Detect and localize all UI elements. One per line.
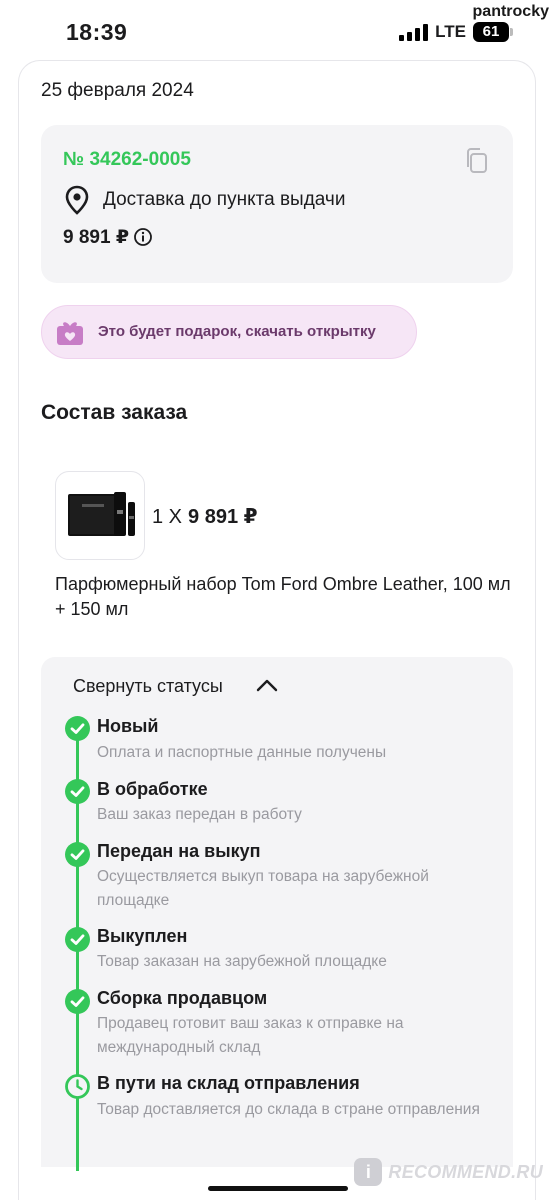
info-icon[interactable] xyxy=(133,227,153,247)
chevron-up-icon[interactable] xyxy=(255,675,279,695)
status-indicators: LTE 61 xyxy=(399,22,513,42)
gift-card-label: Это будет подарок, скачать открытку xyxy=(98,323,376,340)
watermark-badge: i xyxy=(354,1158,383,1186)
copy-icon[interactable] xyxy=(463,147,489,175)
order-number: № 34262-0005 xyxy=(63,149,191,170)
site-watermark: i RECOMMEND.RU xyxy=(354,1157,543,1187)
product-name[interactable]: Парфюмерный набор Tom Ford Ombre Leather… xyxy=(55,572,515,622)
status-bar: 18:39 LTE 61 pantrocky xyxy=(0,0,555,62)
check-circle-icon xyxy=(65,842,90,867)
product-quantity-price: 1 Х9 891 ₽ xyxy=(152,504,258,529)
status-description: Осуществляется выкуп товара на зарубежно… xyxy=(97,868,429,909)
status-description: Продавец готовит ваш заказ к отправке на… xyxy=(97,1015,404,1056)
status-description: Товар доставляется до склада в стране от… xyxy=(97,1101,480,1118)
battery-icon: 61 xyxy=(473,22,513,42)
check-circle-icon xyxy=(65,989,90,1014)
order-price: 9 891 ₽ xyxy=(63,227,130,248)
check-circle-icon xyxy=(65,716,90,741)
status-title: В пути на склад отправления xyxy=(97,1073,360,1093)
gift-card-icon xyxy=(57,322,83,345)
check-circle-icon xyxy=(65,927,90,952)
status-timeline-card: Свернуть статусы Новый Оплата и паспортн… xyxy=(41,657,513,1171)
status-description: Оплата и паспортные данные получены xyxy=(97,744,387,761)
status-title: Выкуплен xyxy=(97,926,188,946)
collapse-statuses-button[interactable]: Свернуть статусы xyxy=(73,676,223,697)
product-quantity: 1 Х xyxy=(152,506,183,528)
network-type: LTE xyxy=(435,22,466,41)
check-circle-icon xyxy=(65,779,90,804)
status-title: Передан на выкуп xyxy=(97,841,261,861)
delivery-method: Доставка до пункта выдачи xyxy=(103,189,346,210)
watermark-text: RECOMMEND.RU xyxy=(388,1161,543,1182)
status-time: 18:39 xyxy=(66,19,128,45)
product-price: 9 891 ₽ xyxy=(188,506,258,528)
clock-icon xyxy=(65,1074,90,1099)
gift-card-button[interactable]: Это будет подарок, скачать открытку xyxy=(41,305,417,359)
signal-icon xyxy=(399,23,429,41)
status-description: Ваш заказ передан в работу xyxy=(97,806,302,823)
order-summary-card: № 34262-0005 Доставка до пункта выдачи 9… xyxy=(41,125,513,283)
order-composition-title: Состав заказа xyxy=(41,401,188,424)
status-title: Новый xyxy=(97,716,159,736)
location-pin-icon xyxy=(65,185,89,215)
status-title: Сборка продавцом xyxy=(97,988,268,1008)
product-image[interactable] xyxy=(55,471,145,560)
home-indicator[interactable] xyxy=(208,1186,348,1191)
order-date: 25 февраля 2024 xyxy=(41,80,194,101)
status-title: В обработке xyxy=(97,779,208,799)
status-description: Товар заказан на зарубежной площадке xyxy=(97,953,387,970)
author-watermark: pantrocky xyxy=(472,3,549,20)
perfume-set-image xyxy=(68,492,135,536)
